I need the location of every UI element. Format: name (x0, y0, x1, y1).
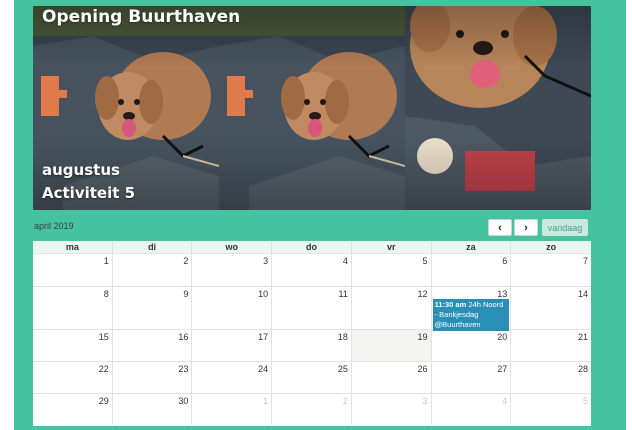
day-cell[interactable]: 3 (192, 254, 273, 286)
day-cell[interactable]: 9 (113, 287, 193, 329)
day-number: 2 (342, 396, 348, 406)
day-number: 3 (263, 256, 269, 266)
day-cell[interactable]: 4 (272, 254, 352, 286)
day-number: 25 (337, 364, 348, 374)
day-number: 28 (577, 364, 588, 374)
day-cell[interactable]: 26 (352, 362, 432, 393)
day-cell-today[interactable]: 19 (351, 330, 432, 361)
day-number: 9 (183, 289, 189, 299)
day-cell[interactable]: 22 (33, 362, 113, 393)
day-cell[interactable]: 18 (272, 330, 352, 361)
day-number: 4 (502, 396, 508, 406)
calendar-weeks: 1 2 3 4 5 6 7 8 9 10 11 12 13 11:30 am 2… (33, 253, 591, 425)
day-number: 19 (417, 332, 428, 342)
weekday-header-row: ma di wo do vr za zo (33, 241, 591, 253)
banner-overlay (33, 6, 591, 210)
day-cell[interactable]: 7 (511, 254, 591, 286)
day-cell-next-month[interactable]: 5 (511, 394, 591, 425)
event-banner[interactable]: Opening Buurthaven augustus Activiteit 5 (33, 6, 591, 210)
day-cell[interactable]: 23 (113, 362, 193, 393)
day-cell-next-month[interactable]: 3 (352, 394, 432, 425)
day-cell[interactable]: 16 (113, 330, 193, 361)
day-cell[interactable]: 24 (192, 362, 273, 393)
day-cell[interactable]: 1 (33, 254, 113, 286)
day-number: 5 (422, 256, 428, 266)
weekday-label: zo (546, 242, 557, 252)
day-number: 3 (422, 396, 428, 406)
day-number: 24 (258, 364, 269, 374)
day-cell[interactable]: 25 (272, 362, 352, 393)
day-number: 17 (258, 332, 269, 342)
day-number: 22 (98, 364, 109, 374)
day-number: 1 (103, 256, 109, 266)
day-cell[interactable]: 15 (33, 330, 113, 361)
week-row: 22 23 24 25 26 27 28 (33, 361, 591, 393)
day-number: 18 (337, 332, 348, 342)
day-cell[interactable]: 17 (192, 330, 273, 361)
day-number: 6 (502, 256, 508, 266)
next-month-button[interactable]: › (514, 219, 538, 236)
day-number: 23 (178, 364, 189, 374)
today-button[interactable]: vandaag (542, 219, 588, 236)
day-cell[interactable]: 27 (432, 362, 512, 393)
calendar-month-title: april 2019 (34, 221, 74, 231)
day-cell[interactable]: 28 (511, 362, 591, 393)
day-cell[interactable]: 29 (33, 394, 113, 425)
day-cell[interactable]: 5 (352, 254, 432, 286)
event-activity-label: Activiteit 5 (42, 184, 136, 202)
weekday-label: ma (33, 241, 113, 253)
day-number: 14 (577, 289, 588, 299)
day-cell[interactable]: 11 (272, 287, 352, 329)
weekday-label: za (432, 241, 512, 253)
week-row: 1 2 3 4 5 6 7 (33, 253, 591, 286)
event-time: 11:30 am (434, 300, 467, 309)
day-number: 13 (497, 289, 508, 299)
day-number: 10 (258, 289, 269, 299)
weekday-label: do (272, 241, 352, 253)
day-cell-next-month[interactable]: 2 (272, 394, 352, 425)
day-number: 8 (103, 289, 109, 299)
day-number: 20 (497, 332, 508, 342)
day-cell[interactable]: 8 (33, 287, 113, 329)
day-cell[interactable]: 30 (113, 394, 193, 425)
day-number: 2 (183, 256, 189, 266)
day-number: 16 (178, 332, 189, 342)
day-cell[interactable]: 13 11:30 am 24h Noord - Bankjesdag @Buur… (432, 287, 512, 331)
day-number: 5 (582, 396, 588, 406)
calendar-event[interactable]: 11:30 am 24h Noord - Bankjesdag @Buurtha… (432, 299, 510, 331)
day-number: 12 (417, 289, 428, 299)
day-cell[interactable]: 20 (432, 330, 512, 361)
day-cell[interactable]: 6 (432, 254, 512, 286)
week-row: 8 9 10 11 12 13 11:30 am 24h Noord - Ban… (33, 286, 591, 331)
day-cell[interactable]: 14 (511, 287, 591, 329)
day-cell-next-month[interactable]: 4 (432, 394, 512, 425)
prev-month-button[interactable]: ‹ (488, 219, 512, 236)
day-number: 21 (577, 332, 588, 342)
event-title[interactable]: Opening Buurthaven (42, 7, 240, 27)
day-cell-next-month[interactable]: 1 (192, 394, 273, 425)
chevron-left-icon: ‹ (498, 221, 502, 234)
day-cell[interactable]: 10 (192, 287, 273, 329)
day-number: 1 (263, 396, 269, 406)
month-calendar: ma di wo do vr za zo 1 2 3 4 5 6 7 8 9 1… (33, 241, 591, 426)
day-number: 29 (98, 396, 109, 406)
day-number: 30 (178, 396, 189, 406)
event-month: augustus (42, 161, 120, 179)
day-cell[interactable]: 21 (511, 330, 591, 361)
chevron-right-icon: › (524, 221, 528, 234)
weekday-label: di (113, 241, 193, 253)
day-number: 4 (342, 256, 348, 266)
day-number: 11 (338, 289, 348, 299)
week-row: 29 30 1 2 3 4 5 (33, 393, 591, 425)
weekday-label: wo (192, 241, 273, 253)
day-cell[interactable]: 2 (113, 254, 193, 286)
day-number: 27 (497, 364, 508, 374)
day-cell[interactable]: 12 (352, 287, 432, 329)
week-row: 15 16 17 18 19 20 21 (33, 329, 591, 361)
day-number: 7 (582, 256, 588, 266)
day-number: 15 (98, 332, 109, 342)
day-number: 26 (417, 364, 428, 374)
weekday-label: vr (352, 241, 432, 253)
